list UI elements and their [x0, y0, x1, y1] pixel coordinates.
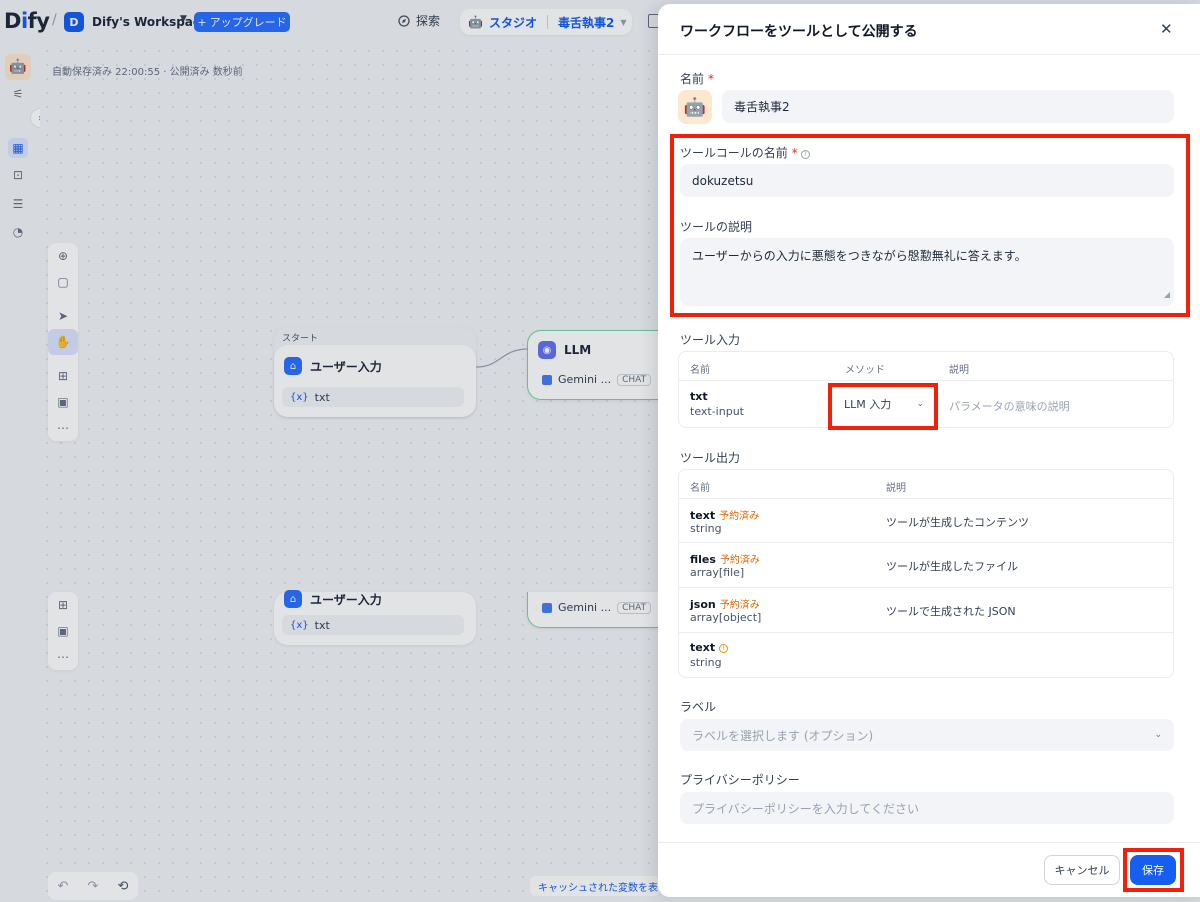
tool-call-name-label: ツールコールの名前 *? [680, 144, 810, 161]
name-label: 名前 * [680, 72, 715, 86]
table-row: files 予約済み array[file] ツールが生成したファイル [679, 543, 1173, 588]
privacy-policy-label: プライバシーポリシー [680, 773, 800, 787]
reserved-badge: 予約済み [719, 600, 760, 611]
resize-handle-icon[interactable]: ◢ [1164, 287, 1170, 303]
tool-output-label: ツール出力 [680, 451, 741, 465]
reserved-badge: 予約済み [719, 555, 760, 566]
table-row: text! string [679, 633, 1173, 677]
help-icon: ? [800, 150, 810, 159]
table-row: json 予約済み array[object] ツールで生成された JSON [679, 588, 1173, 633]
cancel-button[interactable]: キャンセル [1044, 855, 1120, 885]
method-select[interactable]: LLM 入力 ⌄ [836, 391, 932, 417]
publish-as-tool-panel: ワークフローをツールとして公開する ✕ 名前 * 🤖 毒舌執事2 ツールコールの名… [658, 4, 1200, 897]
panel-title: ワークフローをツールとして公開する [680, 24, 918, 40]
tool-description-textarea[interactable]: ユーザーからの入力に悪態をつきながら慇懃無礼に答えます。 ◢ [680, 238, 1174, 306]
tool-input-label: ツール入力 [680, 333, 741, 347]
warning-icon[interactable]: ! [719, 644, 729, 653]
label-select[interactable]: ラベルを選択します (オプション) ⌄ [680, 719, 1174, 751]
reserved-badge: 予約済み [719, 511, 760, 522]
tool-description-label: ツールの説明 [680, 220, 753, 234]
tool-output-table: 名前 説明 text 予約済み string ツールが生成したコンテンツ file… [678, 469, 1174, 678]
close-icon[interactable]: ✕ [1160, 20, 1173, 38]
label-label: ラベル [680, 700, 717, 714]
tool-call-name-input[interactable]: dokuzetsu [680, 164, 1174, 197]
table-row: text 予約済み string ツールが生成したコンテンツ [679, 499, 1173, 543]
save-button[interactable]: 保存 [1130, 855, 1176, 885]
name-input[interactable]: 毒舌執事2 [722, 90, 1174, 123]
param-description-input[interactable]: パラメータの意味の説明 [949, 398, 1070, 414]
chevron-down-icon: ⌄ [1154, 730, 1162, 740]
chevron-down-icon: ⌄ [916, 399, 924, 409]
privacy-policy-input[interactable]: プライバシーポリシーを入力してください [680, 792, 1174, 824]
tool-avatar[interactable]: 🤖 [678, 90, 712, 124]
